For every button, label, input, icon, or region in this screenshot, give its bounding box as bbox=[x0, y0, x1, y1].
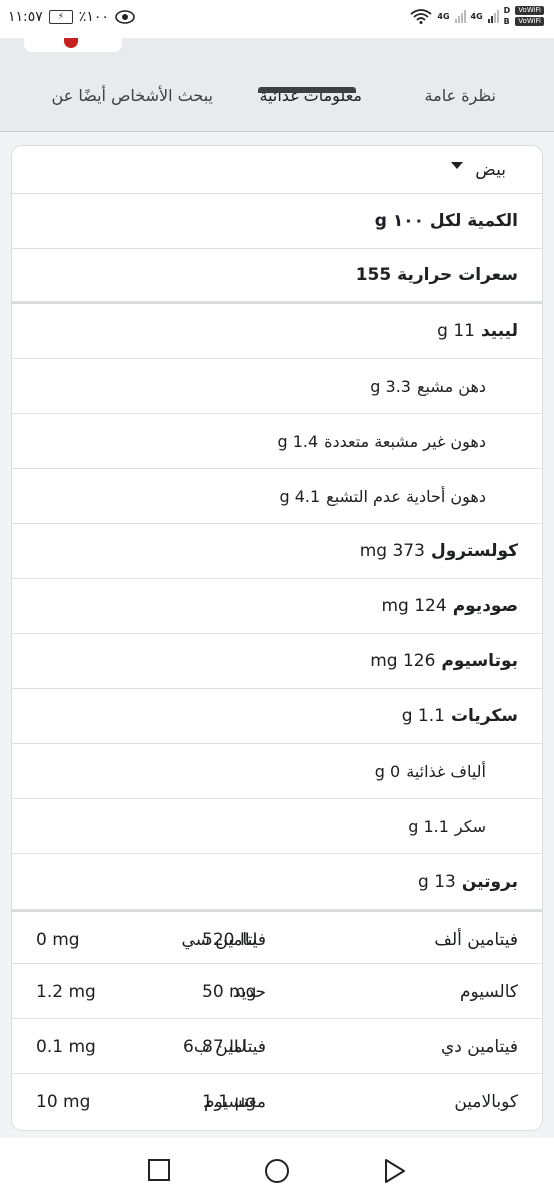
calories: سعرات حرارية 155 bbox=[355, 265, 518, 285]
nutrient-value: 373 mg bbox=[359, 541, 425, 561]
battery-level: ٪١٠٠ bbox=[78, 9, 109, 25]
system-nav-bar bbox=[0, 1138, 554, 1200]
vitamin-row: فيتامين دي 87 IU فيتامين ب6 0.1 mg bbox=[12, 1019, 542, 1074]
nutrient-row: دهون أحادية عدم التشبع 4.1 g bbox=[12, 469, 542, 524]
calories-row: سعرات حرارية 155 bbox=[12, 249, 542, 304]
network-type-a: 4G bbox=[437, 11, 450, 21]
home-icon[interactable] bbox=[264, 1158, 290, 1184]
status-time: ١١:٥٧ bbox=[8, 9, 43, 25]
food-select[interactable]: بيض bbox=[12, 146, 542, 194]
nutrient-name: كولسترول bbox=[430, 541, 518, 561]
nutrient-name: ليبيد bbox=[480, 321, 518, 341]
nutrient-value: 13 g bbox=[418, 871, 456, 892]
active-tab-indicator bbox=[258, 87, 356, 93]
thumbnail-image bbox=[64, 38, 78, 48]
status-left: ١١:٥٧ ⚡ ٪١٠٠ bbox=[8, 9, 135, 25]
nutrient-name: سكريات bbox=[450, 706, 518, 726]
nutrient-value: 1.4 g bbox=[277, 431, 319, 451]
nutrient-value: 3.3 g bbox=[370, 376, 411, 396]
vowifi-icon: VoWiFi VoWiFi bbox=[515, 6, 544, 26]
nutrient-row: بروتين 13 g bbox=[12, 854, 542, 909]
food-select-value: بيض bbox=[475, 159, 506, 180]
nutrient-row: سكر 1.1 g bbox=[12, 799, 542, 854]
serving-size-row: الكمية لكل ١٠٠ g bbox=[12, 194, 542, 249]
vitamin-name: حديد bbox=[232, 981, 266, 1002]
nutrient-name: سكر bbox=[454, 816, 486, 836]
wifi-icon bbox=[410, 9, 432, 24]
serving-size: الكمية لكل ١٠٠ g bbox=[374, 211, 518, 231]
nutrient-value: 1.1 g bbox=[401, 706, 445, 726]
back-icon[interactable] bbox=[383, 1158, 407, 1184]
vitamin-name: فيتامين دي bbox=[440, 1036, 518, 1057]
vitamin-value: 1.2 mg bbox=[36, 981, 96, 1002]
vitamin-name: كالسيوم bbox=[459, 981, 518, 1002]
nutrient-row: دهن مشبع 3.3 g bbox=[12, 359, 542, 414]
vitamin-value: 0 mg bbox=[36, 929, 80, 950]
vowifi-top: VoWiFi bbox=[515, 6, 544, 15]
vitamin-value: 0.1 mg bbox=[36, 1036, 96, 1057]
vitamin-row: فيتامين ألف 520 IU فيتامين سي 0 mg bbox=[12, 909, 542, 964]
network-type-b: 4G bbox=[470, 11, 483, 21]
vitamin-row: كالسيوم 50 mg حديد 1.2 mg bbox=[12, 964, 542, 1019]
vitamin-name: فيتامين سي bbox=[181, 929, 266, 950]
nutrient-row: دهون غير مشبعة متعددة 1.4 g bbox=[12, 414, 542, 469]
signal-icon-b bbox=[487, 9, 499, 23]
nutrient-name: دهن مشبع bbox=[416, 376, 486, 396]
nutrient-row: سكريات 1.1 g bbox=[12, 689, 542, 744]
recent-apps-icon[interactable] bbox=[147, 1158, 171, 1182]
nutrient-value: 126 mg bbox=[370, 651, 436, 671]
nutrient-value: 124 mg bbox=[381, 596, 447, 616]
vitamin-name: فيتامين ألف bbox=[434, 929, 518, 950]
nutrient-row: ليبيد 11 g bbox=[12, 304, 542, 359]
eye-icon bbox=[115, 10, 135, 24]
nutrient-row: بوتاسيوم 126 mg bbox=[12, 634, 542, 689]
knowledge-image-card[interactable] bbox=[24, 38, 122, 52]
header-divider bbox=[0, 131, 554, 132]
nutrient-row: كولسترول 373 mg bbox=[12, 524, 542, 579]
vitamin-value: 10 mg bbox=[36, 1091, 91, 1112]
battery-icon: ⚡ bbox=[48, 10, 73, 24]
signal-icon-a bbox=[454, 9, 466, 23]
sim-label-bottom: B bbox=[503, 17, 510, 26]
status-right: 4G 4G D B VoWiFi VoWiFi bbox=[410, 6, 544, 26]
nutrient-name: صوديوم bbox=[452, 596, 518, 616]
nutrient-name: دهون غير مشبعة متعددة bbox=[324, 431, 486, 451]
nutrient-value: 1.1 g bbox=[408, 816, 449, 836]
vitamin-row: كوبالامين 1.1 µg مغنسيوم 10 mg bbox=[12, 1074, 542, 1129]
nutrient-row: ألياف غذائية 0 g bbox=[12, 744, 542, 799]
nutrient-name: بوتاسيوم bbox=[441, 651, 518, 671]
sim-label-top: D bbox=[503, 6, 511, 15]
sim-labels: D B bbox=[504, 6, 511, 26]
dropdown-caret-icon bbox=[451, 162, 464, 169]
status-bar: ١١:٥٧ ⚡ ٪١٠٠ 4G 4G D B VoWiFi VoWiFi bbox=[0, 0, 554, 38]
nutrition-card: بيض الكمية لكل ١٠٠ g سعرات حرارية 155 لي… bbox=[12, 146, 542, 1130]
vowifi-bottom: VoWiFi bbox=[515, 17, 544, 26]
vitamin-name: فيتامين ب6 bbox=[183, 1036, 266, 1057]
tab-overview[interactable]: نظرة عامة bbox=[425, 78, 496, 132]
nutrient-name: ألياف غذائية bbox=[406, 761, 486, 781]
nutrient-value: 11 g bbox=[437, 321, 475, 341]
nutrient-row: صوديوم 124 mg bbox=[12, 579, 542, 634]
nutrient-value: 4.1 g bbox=[279, 486, 321, 506]
vitamin-name: مغنسيوم bbox=[203, 1091, 266, 1112]
nutrient-value: 0 g bbox=[374, 761, 401, 781]
header-area: نظرة عامة معلومات غذائية يبحث الأشخاص أي… bbox=[0, 38, 554, 132]
tab-people-also-search[interactable]: يبحث الأشخاص أيضًا عن bbox=[52, 78, 213, 132]
nutrient-name: دهون أحادية عدم التشبع bbox=[326, 486, 486, 506]
vitamin-name: كوبالامين bbox=[454, 1091, 518, 1112]
nutrient-name: بروتين bbox=[461, 871, 518, 892]
